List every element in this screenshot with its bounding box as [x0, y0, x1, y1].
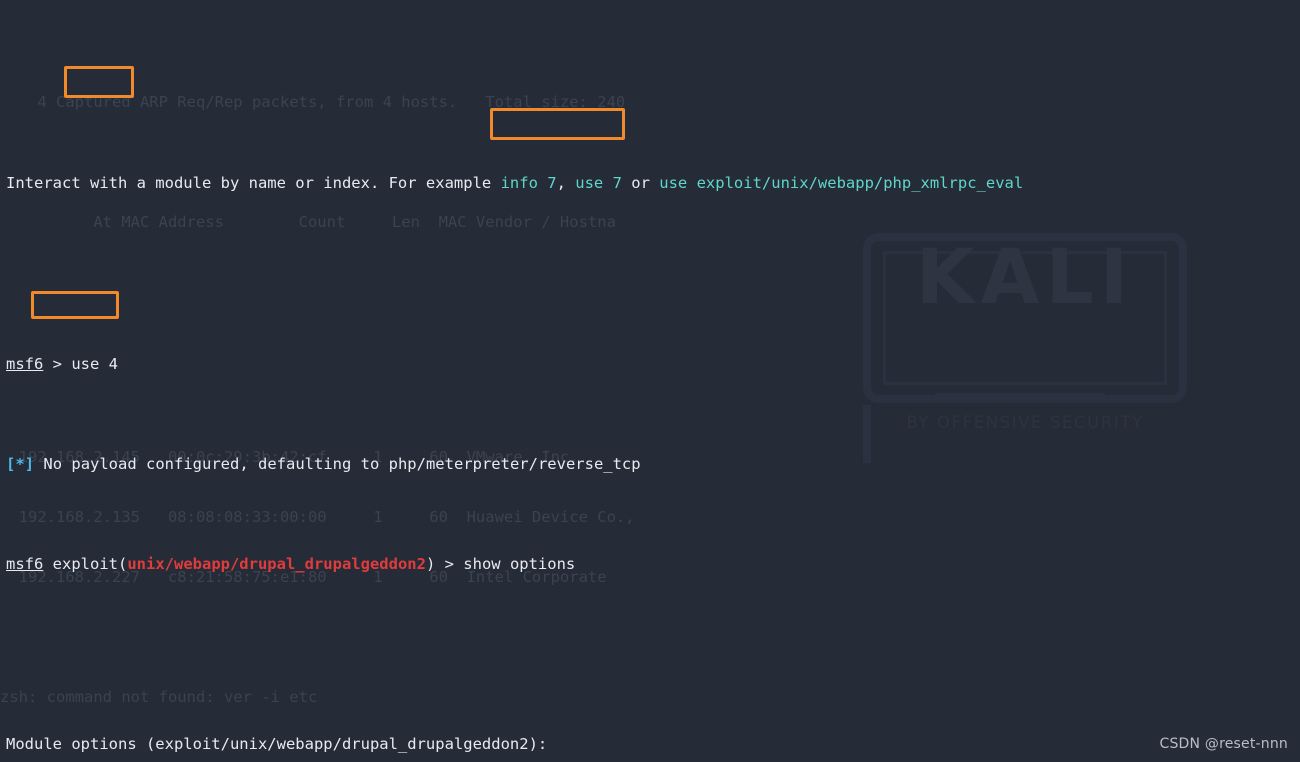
help-line-cmd-use7: use 7 — [575, 174, 622, 192]
info-star-icon: * — [15, 455, 25, 473]
help-line-text-3: or — [621, 174, 660, 192]
prompt-exploit-open: exploit( — [43, 555, 128, 573]
prompt-arrow: > — [43, 355, 72, 373]
prompt-label: msf6 — [6, 555, 44, 573]
help-line: Interact with a module by name or index.… — [0, 173, 1300, 193]
command-use-4[interactable]: use 4 — [71, 355, 118, 373]
help-line-text-1: Interact with a module by name or index.… — [6, 174, 501, 192]
info-line-text: No payload configured, defaulting to php… — [34, 455, 641, 473]
help-line-cmd-use-exploit: use exploit/unix/webapp/php_xmlrpc_eval — [659, 174, 1024, 192]
info-line-payload-default: [*] No payload configured, defaulting to… — [0, 454, 1300, 474]
csdn-watermark: CSDN @reset-nnn — [1159, 736, 1288, 752]
prompt-module-path: unix/webapp/drupal_drupalgeddon2 — [127, 555, 426, 573]
prompt-line-show-options[interactable]: msf6 exploit(unix/webapp/drupal_drupalge… — [0, 554, 1300, 574]
module-options-heading-text: Module options (exploit/unix/webapp/drup… — [6, 735, 548, 753]
help-line-cmd-info7: info 7 — [500, 174, 557, 192]
terminal-window[interactable]: KALI BY OFFENSIVE SECURITY 4 Captured AR… — [0, 0, 1300, 762]
info-bracket-close: ] — [24, 455, 35, 473]
info-bracket-open: [ — [6, 455, 16, 473]
command-show-options[interactable]: show options — [463, 555, 575, 573]
prompt-label: msf6 — [6, 355, 44, 373]
prompt-line-use[interactable]: msf6 > use 4 — [0, 354, 1300, 374]
console-output[interactable]: Interact with a module by name or index.… — [0, 0, 1300, 762]
prompt-exploit-close: ) > — [425, 555, 464, 573]
help-line-text-2: , — [556, 174, 576, 192]
module-options-heading: Module options (exploit/unix/webapp/drup… — [0, 734, 1300, 754]
